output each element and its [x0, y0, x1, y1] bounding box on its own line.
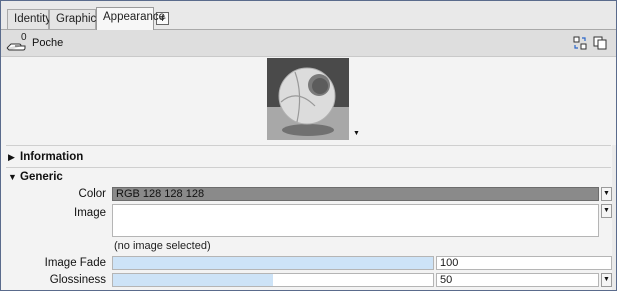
material-preview-area: ▼: [1, 57, 616, 145]
generic-section-header[interactable]: ▼ Generic: [8, 171, 63, 183]
glossiness-fill: [113, 274, 273, 286]
object-name: Poche: [32, 37, 64, 49]
glossiness-label: Glossiness: [49, 274, 106, 286]
object-count: 0: [21, 32, 27, 43]
glossiness-dropdown-button[interactable]: ▼: [601, 273, 612, 287]
tab-bar: Identity Graphics Appearance +: [1, 1, 616, 30]
material-preview-image[interactable]: [267, 58, 349, 140]
tab-label: Appearance: [103, 11, 166, 23]
tab-graphics[interactable]: Graphics: [49, 9, 102, 29]
image-fade-slider[interactable]: [112, 256, 434, 270]
tab-identity[interactable]: Identity: [7, 9, 52, 29]
divider: [6, 167, 611, 168]
preview-dropdown-arrow[interactable]: ▼: [353, 130, 360, 137]
section-title: Generic: [20, 171, 63, 183]
image-status-text: (no image selected): [114, 240, 211, 252]
color-label: Color: [78, 188, 106, 200]
divider: [6, 145, 611, 146]
glossiness-input[interactable]: 50: [436, 273, 599, 287]
swap-icon[interactable]: [573, 36, 587, 50]
chevron-down-icon: ▼: [603, 190, 610, 197]
glossiness-slider[interactable]: [112, 273, 434, 287]
chevron-down-icon: ▼: [603, 207, 610, 214]
copy-icon[interactable]: [593, 36, 607, 50]
tab-appearance[interactable]: Appearance: [96, 7, 165, 30]
scrollbar[interactable]: [612, 145, 616, 290]
toolbar: 0 Poche: [1, 30, 616, 57]
color-value: RGB 128 128 128: [116, 188, 205, 200]
tab-label: Identity: [14, 13, 52, 25]
color-dropdown-button[interactable]: ▼: [601, 187, 612, 201]
image-fade-fill: [113, 257, 433, 269]
expanded-arrow-icon: ▼: [8, 172, 17, 182]
information-section-header[interactable]: ▶ Information: [8, 151, 83, 163]
chevron-down-icon: ▼: [603, 276, 610, 283]
image-fade-label: Image Fade: [44, 257, 106, 269]
section-title: Information: [20, 151, 84, 163]
properties-panel: Identity Graphics Appearance + 0 Poche ▼…: [0, 0, 617, 291]
image-label: Image: [74, 207, 106, 219]
collapsed-arrow-icon: ▶: [8, 152, 15, 162]
image-dropdown-button[interactable]: ▼: [601, 204, 612, 218]
image-fade-input[interactable]: 100: [436, 256, 612, 270]
image-field[interactable]: [112, 204, 599, 237]
color-field[interactable]: RGB 128 128 128: [112, 187, 599, 201]
